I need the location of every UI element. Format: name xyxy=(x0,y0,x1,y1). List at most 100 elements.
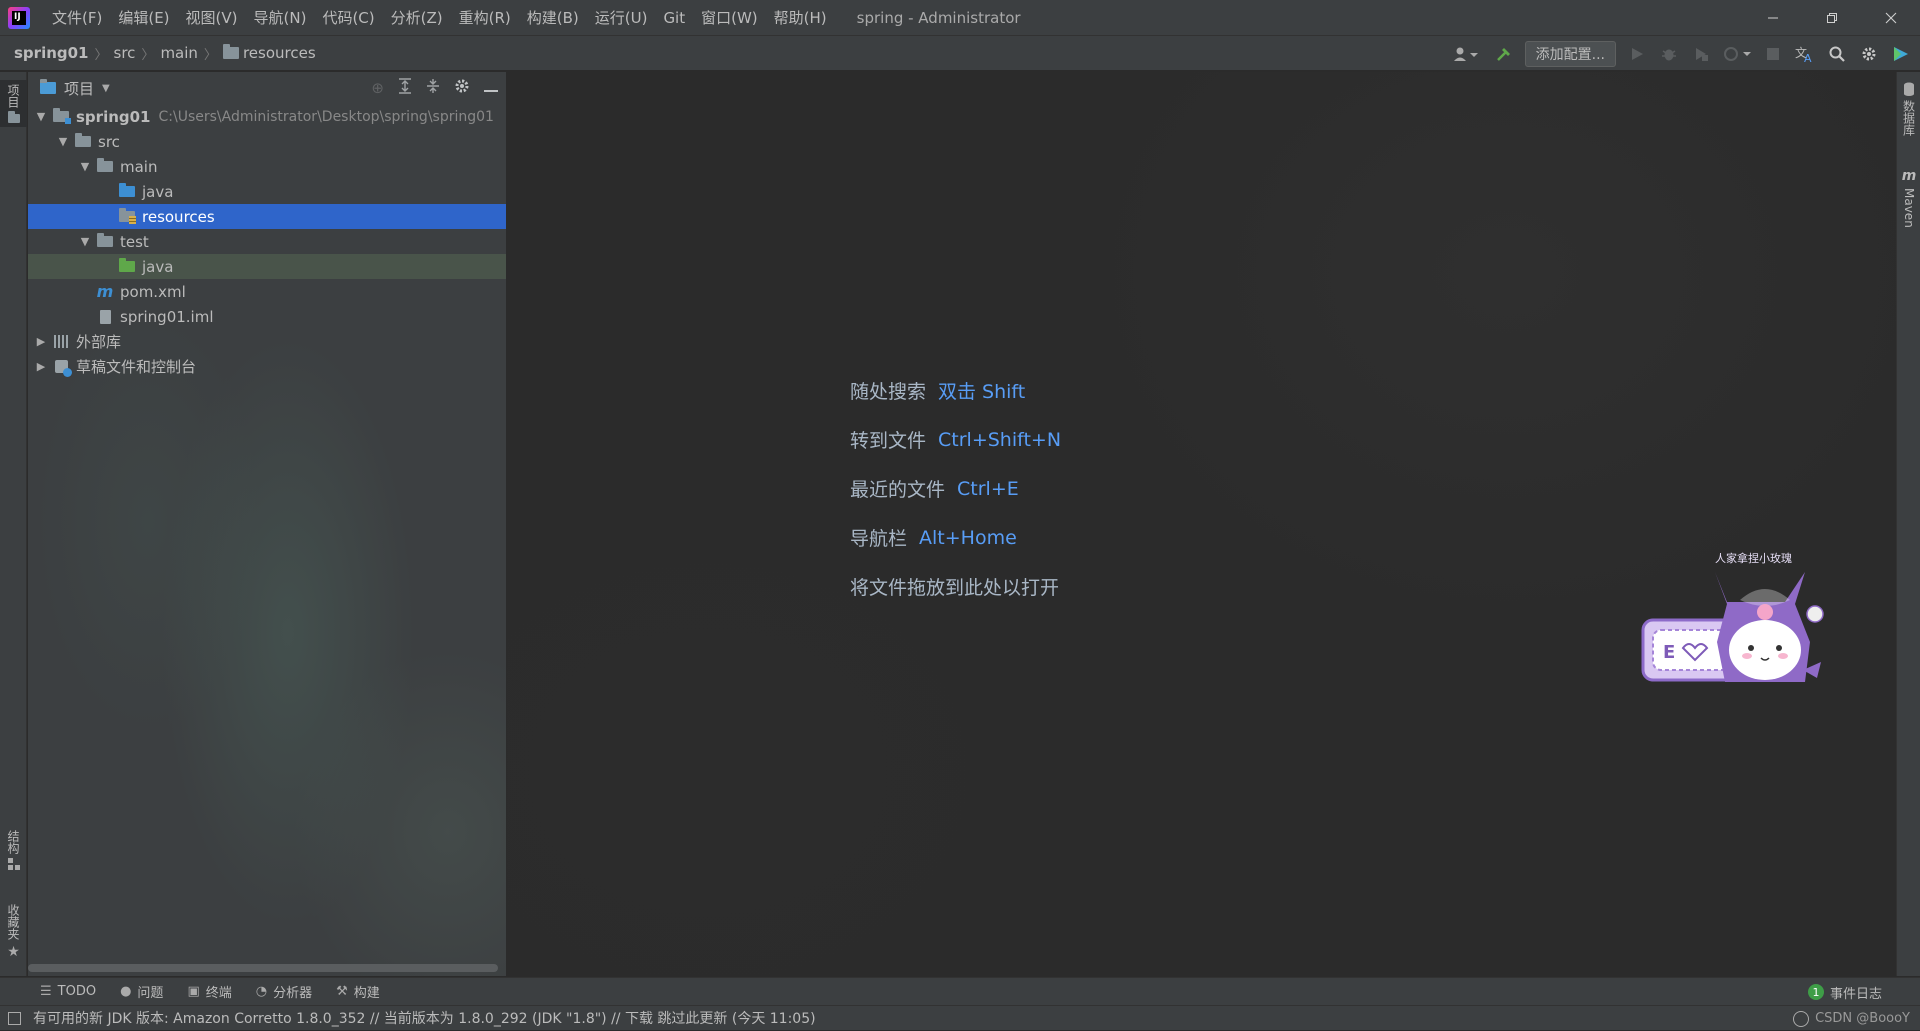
close-button[interactable] xyxy=(1861,0,1920,35)
database-icon xyxy=(1904,82,1914,96)
tree-node-project[interactable]: ▼ spring01 C:\Users\Administrator\Deskto… xyxy=(28,104,506,129)
hint-navigation-bar: 导航栏 Alt+Home xyxy=(850,526,1017,551)
breadcrumb-project[interactable]: spring01 xyxy=(14,44,89,62)
minimize-button[interactable] xyxy=(1743,0,1802,35)
tree-node-pom[interactable]: ▼ m pom.xml xyxy=(28,279,506,304)
user-icon[interactable] xyxy=(1449,43,1483,65)
maven-tool-tab[interactable]: m Maven xyxy=(1897,168,1920,228)
project-tool-tab[interactable]: 项目 xyxy=(0,80,27,127)
shortcut-link[interactable]: Alt+Home xyxy=(919,527,1017,549)
folder-icon xyxy=(97,158,113,172)
menu-analyze[interactable]: 分析(Z) xyxy=(383,7,451,28)
editor-background-image xyxy=(507,72,1896,976)
breadcrumb-src[interactable]: src xyxy=(114,44,136,62)
favorites-tool-tab[interactable]: 收藏夹 ★ xyxy=(0,904,27,960)
shortcut-link[interactable]: 双击 Shift xyxy=(938,377,1025,404)
tree-node-iml[interactable]: ▼ spring01.iml xyxy=(28,304,506,329)
drop-files-hint: 将文件拖放到此处以打开 xyxy=(850,577,1060,599)
window-controls xyxy=(1743,0,1920,35)
restore-icon xyxy=(1826,12,1837,23)
status-message[interactable]: 有可用的新 JDK 版本: Amazon Corretto 1.8.0_352 … xyxy=(33,1008,816,1028)
tree-node-scratches[interactable]: ▶ 草稿文件和控制台 xyxy=(28,354,506,379)
menu-file[interactable]: 文件(F) xyxy=(44,7,110,28)
menu-build[interactable]: 构建(B) xyxy=(519,7,587,28)
project-tree: ▼ spring01 C:\Users\Administrator\Deskto… xyxy=(28,104,506,379)
add-configuration-button[interactable]: 添加配置... xyxy=(1524,41,1616,67)
app-logo: IJ xyxy=(8,6,30,29)
tab-build[interactable]: ⚒ 构建 xyxy=(336,982,380,1001)
chevron-down-icon[interactable]: ▼ xyxy=(102,83,110,94)
menu-run[interactable]: 运行(U) xyxy=(587,7,656,28)
tree-node-src[interactable]: ▼ src xyxy=(28,129,506,154)
plugin-icon[interactable] xyxy=(1890,43,1912,65)
shortcut-link[interactable]: Ctrl+E xyxy=(957,478,1019,500)
locate-icon[interactable]: ⊕ xyxy=(371,79,384,97)
build-hammer-icon[interactable] xyxy=(1493,43,1515,65)
empty-editor-hints: 随处搜索 双击 Shift 转到文件 Ctrl+Shift+N 最近的文件 Ct… xyxy=(850,366,1061,611)
chevron-down-icon[interactable]: ▼ xyxy=(78,235,92,248)
shortcut-link[interactable]: Ctrl+Shift+N xyxy=(938,429,1061,451)
stop-icon[interactable] xyxy=(1762,43,1784,65)
coverage-icon[interactable] xyxy=(1690,43,1712,65)
menu-help[interactable]: 帮助(H) xyxy=(766,7,835,28)
right-tool-strip: 数据库 m Maven xyxy=(1896,72,1920,976)
tab-profiler[interactable]: ◔ 分析器 xyxy=(256,982,312,1001)
profile-icon[interactable] xyxy=(1722,43,1752,65)
structure-icon xyxy=(7,858,20,870)
chevron-right-icon[interactable]: ▶ xyxy=(34,360,48,373)
terminal-icon: ▣ xyxy=(187,984,200,999)
chevron-down-icon[interactable]: ▼ xyxy=(78,160,92,173)
collapse-all-icon[interactable] xyxy=(426,78,440,98)
minimize-icon xyxy=(1767,17,1778,18)
project-panel-title[interactable]: 项目 xyxy=(64,78,94,99)
tab-problems[interactable]: ● 问题 xyxy=(120,982,163,1001)
expand-all-icon[interactable] xyxy=(398,78,412,98)
menu-git[interactable]: Git xyxy=(655,9,693,27)
search-icon[interactable] xyxy=(1826,43,1848,65)
resources-folder-icon xyxy=(222,44,239,59)
breadcrumb-resources[interactable]: resources xyxy=(243,44,316,62)
horizontal-scrollbar[interactable] xyxy=(28,964,498,972)
translate-icon[interactable]: 文A xyxy=(1794,43,1816,65)
menu-navigate[interactable]: 导航(N) xyxy=(246,7,315,28)
chevron-right-icon: 〉 xyxy=(141,47,155,63)
menu-code[interactable]: 代码(C) xyxy=(314,7,382,28)
hammer-icon: ⚒ xyxy=(336,984,348,999)
tree-node-main[interactable]: ▼ main xyxy=(28,154,506,179)
menu-window[interactable]: 窗口(W) xyxy=(693,7,766,28)
chevron-right-icon[interactable]: ▶ xyxy=(34,335,48,348)
event-log-tab[interactable]: 1 事件日志 xyxy=(1807,978,1882,1006)
panel-settings-gear-icon[interactable] xyxy=(454,78,470,98)
run-icon[interactable] xyxy=(1626,43,1648,65)
chevron-down-icon[interactable]: ▼ xyxy=(56,135,70,148)
tree-node-main-java[interactable]: ▼ java xyxy=(28,179,506,204)
tab-terminal[interactable]: ▣ 终端 xyxy=(187,982,231,1001)
chevron-down-icon[interactable]: ▼ xyxy=(34,110,48,123)
restore-button[interactable] xyxy=(1802,0,1861,35)
menu-edit[interactable]: 编辑(E) xyxy=(110,7,177,28)
hide-panel-icon[interactable] xyxy=(484,79,498,97)
settings-gear-icon[interactable] xyxy=(1858,43,1880,65)
breadcrumb: spring01 〉 src 〉 main 〉 resources xyxy=(14,44,316,63)
breadcrumb-main[interactable]: main xyxy=(160,44,197,62)
debug-icon[interactable] xyxy=(1658,43,1680,65)
tree-node-test[interactable]: ▼ test xyxy=(28,229,506,254)
structure-tool-tab[interactable]: 结构 xyxy=(0,830,27,870)
database-tool-tab[interactable]: 数据库 xyxy=(1897,82,1920,136)
tree-node-resources[interactable]: ▼ resources xyxy=(28,204,506,229)
tree-node-external-libraries[interactable]: ▶ 外部库 xyxy=(28,329,506,354)
folder-icon xyxy=(75,133,91,147)
power-save-icon[interactable] xyxy=(1793,1010,1810,1027)
tab-todo[interactable]: ☰ TODO xyxy=(40,984,96,999)
scratch-icon xyxy=(54,360,72,377)
toggle-tool-windows-icon[interactable] xyxy=(8,1011,21,1025)
menu-refactor[interactable]: 重构(R) xyxy=(451,7,519,28)
tree-node-test-java[interactable]: ▼ java xyxy=(28,254,506,279)
list-icon: ☰ xyxy=(40,984,52,999)
svg-text:E: E xyxy=(1663,642,1675,663)
project-folder-icon xyxy=(7,111,20,123)
menu-view[interactable]: 视图(V) xyxy=(178,7,246,28)
title-bar: IJ 文件(F) 编辑(E) 视图(V) 导航(N) 代码(C) 分析(Z) 重… xyxy=(0,0,1920,35)
window-title: spring - Administrator xyxy=(856,8,1021,27)
event-count-badge: 1 xyxy=(1807,984,1824,1000)
